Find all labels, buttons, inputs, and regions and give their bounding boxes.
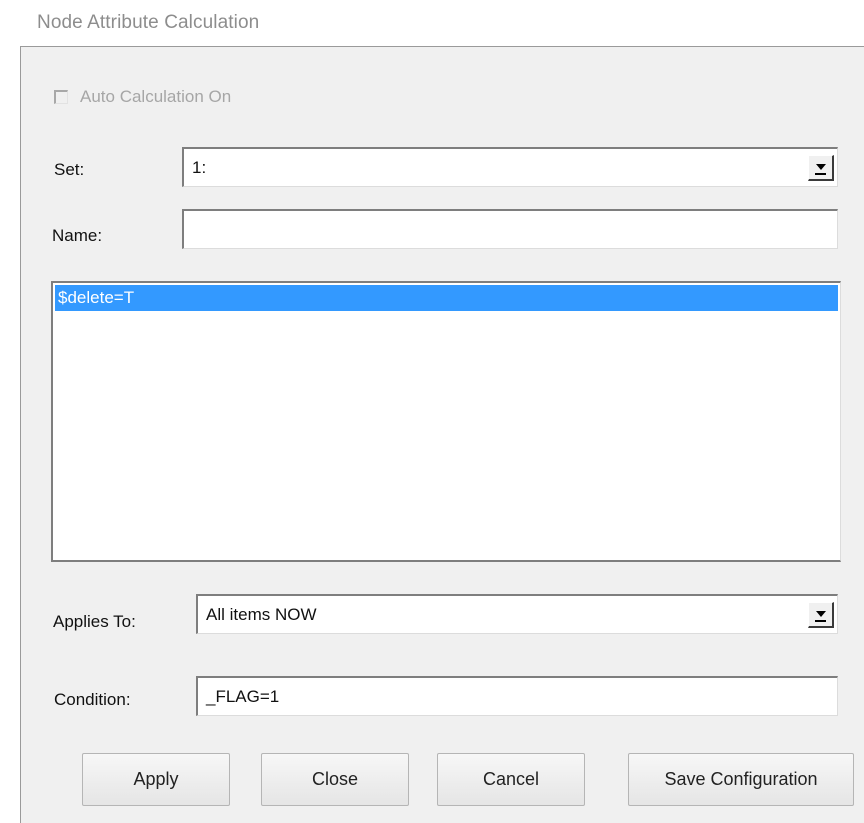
- dropdown-arrow-base: [815, 172, 826, 175]
- chevron-down-icon: [815, 163, 826, 170]
- condition-value: _FLAG=1: [206, 686, 280, 706]
- applies-to-label: Applies To:: [53, 612, 136, 631]
- applies-to-dropdown-button[interactable]: [808, 601, 834, 628]
- dialog-window: Node Attribute Calculation Auto Calculat…: [0, 0, 864, 823]
- name-label: Name:: [52, 226, 103, 245]
- close-button[interactable]: Close: [261, 753, 409, 806]
- name-input[interactable]: [182, 209, 838, 249]
- cancel-button[interactable]: Cancel: [437, 753, 585, 806]
- condition-input[interactable]: _FLAG=1: [196, 676, 838, 716]
- save-configuration-button[interactable]: Save Configuration: [628, 753, 854, 806]
- condition-label: Condition:: [54, 690, 131, 709]
- set-value: 1:: [192, 157, 207, 177]
- set-dropdown[interactable]: 1:: [182, 147, 838, 187]
- apply-button[interactable]: Apply: [82, 753, 230, 806]
- set-label: Set:: [54, 160, 85, 179]
- set-dropdown-button[interactable]: [808, 154, 834, 181]
- chevron-down-icon: [815, 610, 826, 617]
- applies-to-dropdown[interactable]: All items NOW: [196, 594, 838, 634]
- expression-list[interactable]: $delete=T: [51, 281, 841, 562]
- auto-calculation-row[interactable]: Auto Calculation On: [54, 86, 231, 108]
- window-title: Node Attribute Calculation: [37, 12, 260, 33]
- auto-calculation-label: Auto Calculation On: [80, 87, 232, 106]
- dropdown-arrow-base: [815, 619, 826, 622]
- auto-calculation-checkbox[interactable]: [54, 90, 68, 104]
- list-item[interactable]: $delete=T: [55, 285, 838, 311]
- applies-to-value: All items NOW: [206, 604, 317, 624]
